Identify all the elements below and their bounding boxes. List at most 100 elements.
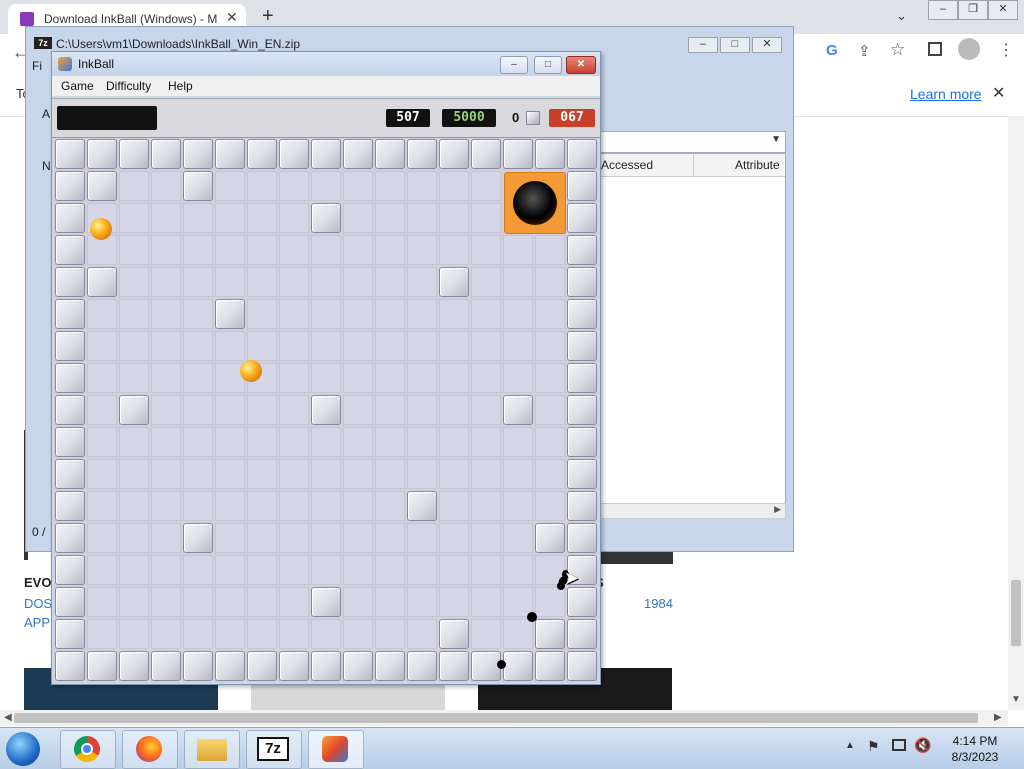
obstacle-block	[535, 619, 565, 649]
browser-menu-icon[interactable]: ⋮	[998, 40, 1014, 60]
inkball-titlebar[interactable]: InkBall – □ ✕	[52, 52, 600, 76]
folder-icon	[197, 739, 227, 761]
action-center-flag-icon[interactable]: ⚑	[867, 738, 880, 755]
sevenzip-address-dropdown[interactable]: ▼	[598, 131, 786, 153]
scroll-right-icon[interactable]: ▶	[774, 504, 781, 515]
floor-tile	[439, 203, 469, 233]
floor-tile	[343, 427, 373, 457]
floor-tile	[471, 587, 501, 617]
bookmark-star-icon[interactable]: ☆	[890, 40, 905, 60]
floor-tile	[87, 331, 117, 361]
inkball-scorebar: 507 5000 0 067	[52, 98, 600, 138]
menu-game[interactable]: Game	[61, 79, 94, 93]
wall-block	[55, 651, 85, 681]
floor-tile	[119, 235, 149, 265]
floor-tile	[343, 459, 373, 489]
column-divider[interactable]	[693, 154, 694, 176]
sevenzip-toolbar-partial[interactable]: A	[42, 107, 50, 121]
floor-tile	[215, 555, 245, 585]
floor-tile	[311, 555, 341, 585]
wall-block	[567, 331, 597, 361]
browser-restore-button[interactable]: ❐	[958, 0, 988, 20]
volume-muted-icon[interactable]: 🔇	[914, 737, 931, 754]
column-header-attributes[interactable]: Attribute	[735, 158, 780, 172]
wall-block	[567, 523, 597, 553]
floor-tile	[247, 299, 277, 329]
info-bar-close-icon[interactable]: ✕	[992, 83, 1005, 103]
sevenzip-minimize-button[interactable]: –	[688, 37, 718, 53]
obstacle-block	[503, 395, 533, 425]
wall-block	[215, 139, 245, 169]
inkball-close-button[interactable]: ✕	[566, 56, 596, 74]
side-panel-icon[interactable]	[928, 42, 942, 56]
wall-block	[55, 619, 85, 649]
floor-tile	[407, 267, 437, 297]
tab-close-icon[interactable]: ✕	[226, 9, 238, 26]
floor-tile	[119, 427, 149, 457]
taskbar-firefox-button[interactable]	[122, 730, 178, 769]
clock-date[interactable]: 8/3/2023	[940, 750, 1010, 764]
start-button-icon[interactable]	[6, 732, 40, 766]
profile-avatar-icon[interactable]	[958, 38, 980, 60]
browser-minimize-button[interactable]: –	[928, 0, 958, 20]
tab-search-chevron-icon[interactable]: ⌄	[896, 8, 907, 24]
floor-tile	[215, 331, 245, 361]
floor-tile	[183, 331, 213, 361]
column-header-accessed[interactable]: Accessed	[601, 158, 653, 172]
sevenzip-maximize-button[interactable]: □	[720, 37, 750, 53]
horizontal-scroll-thumb[interactable]	[14, 713, 978, 723]
scroll-down-icon[interactable]: ▼	[1011, 694, 1021, 705]
taskbar-explorer-button[interactable]	[184, 730, 240, 769]
browser-close-button[interactable]: ✕	[988, 0, 1018, 20]
taskbar-chrome-button[interactable]	[60, 730, 116, 769]
floor-tile	[311, 299, 341, 329]
google-lens-icon[interactable]: G	[826, 42, 838, 59]
taskbar: 7z ▲ ⚑ 🔇 4:14 PM 8/3/2023	[0, 727, 1024, 769]
sevenzip-col-partial[interactable]: N	[42, 159, 51, 173]
floor-tile	[119, 203, 149, 233]
site-favicon-icon	[20, 12, 34, 26]
inkball-minimize-button[interactable]: –	[500, 56, 528, 74]
obstacle-block	[407, 491, 437, 521]
horizontal-scrollbar[interactable]: ◀ ▶	[0, 710, 1008, 726]
floor-tile	[87, 523, 117, 553]
game-board[interactable]: ➤	[54, 138, 598, 682]
share-icon[interactable]: ⇪	[858, 42, 871, 60]
floor-tile	[503, 427, 533, 457]
floor-tile	[471, 363, 501, 393]
vertical-scroll-thumb[interactable]	[1011, 580, 1021, 646]
sevenzip-close-button[interactable]: ✕	[752, 37, 782, 53]
taskbar-7zip-button[interactable]: 7z	[246, 730, 302, 769]
floor-tile	[151, 459, 181, 489]
scroll-left-icon[interactable]: ◀	[4, 712, 12, 723]
sevenzip-list-hscroll[interactable]: ▶	[598, 503, 786, 519]
floor-tile	[279, 235, 309, 265]
network-icon[interactable]	[892, 739, 906, 751]
scroll-right-icon[interactable]: ▶	[994, 712, 1002, 723]
vertical-scrollbar[interactable]: ▼	[1008, 116, 1024, 710]
inkball-maximize-button[interactable]: □	[534, 56, 562, 74]
taskbar-inkball-button[interactable]	[308, 730, 364, 769]
floor-tile	[375, 587, 405, 617]
menu-difficulty[interactable]: Difficulty	[106, 79, 151, 93]
learn-more-link[interactable]: Learn more	[910, 86, 982, 102]
ink-dot	[527, 612, 537, 622]
wall-block	[55, 363, 85, 393]
show-hidden-icons-icon[interactable]: ▲	[845, 740, 855, 751]
floor-tile	[343, 523, 373, 553]
sevenzip-file-list[interactable]: Accessed Attribute	[598, 153, 786, 505]
floor-tile	[343, 203, 373, 233]
game-title-partial[interactable]: EVO	[24, 575, 51, 590]
sevenzip-menu-partial[interactable]: Fi	[32, 59, 42, 73]
floor-tile	[375, 619, 405, 649]
floor-tile	[279, 299, 309, 329]
floor-tile	[87, 363, 117, 393]
floor-tile	[343, 363, 373, 393]
clock-time[interactable]: 4:14 PM	[940, 734, 1010, 748]
floor-tile	[151, 587, 181, 617]
dropdown-arrow-icon[interactable]: ▼	[771, 134, 781, 145]
new-tab-icon[interactable]: +	[262, 5, 274, 28]
floor-tile	[247, 267, 277, 297]
hole-opening-icon	[513, 181, 557, 225]
menu-help[interactable]: Help	[168, 79, 193, 93]
